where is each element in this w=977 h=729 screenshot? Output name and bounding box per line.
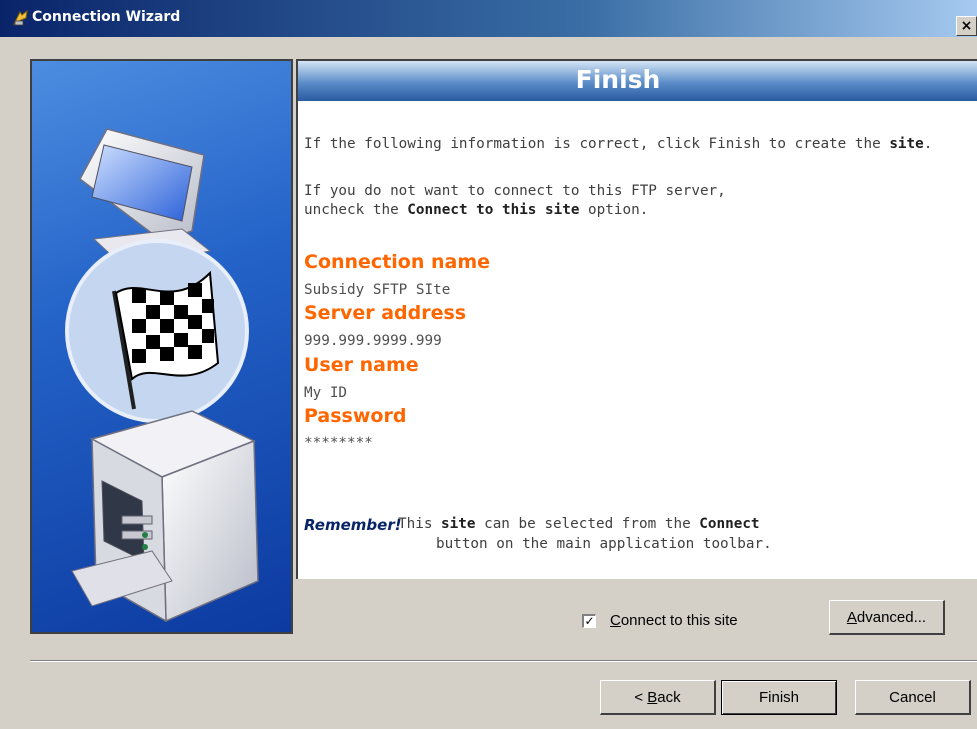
advanced-button[interactable]: Advanced... [829,600,945,635]
intro-text-line1: If the following information is correct,… [304,136,933,152]
password-label: Password [304,405,407,427]
finish-button[interactable]: Finish [721,680,837,715]
footer-separator [30,660,977,662]
cancel-button[interactable]: Cancel [855,680,971,715]
wizard-content-panel: Finish If the following information is c… [296,59,977,579]
page-title: Finish [575,65,661,94]
connect-to-site-checkbox[interactable]: ✓ [582,613,596,628]
back-button[interactable]: < Back [600,680,716,715]
user-name-value: My ID [304,385,348,401]
remember-text-line2: button on the main application toolbar. [436,536,772,552]
intro-text-line3: uncheck the Connect to this site option. [304,202,649,218]
connect-to-site-label[interactable]: Connect to this site [610,612,738,629]
server-address-label: Server address [304,302,467,324]
connection-name-label: Connection name [304,251,491,273]
password-value: ******** [304,435,373,451]
intro-text-line2: If you do not want to connect to this FT… [304,183,726,199]
page-header: Finish [298,61,977,101]
remember-text-line1: This site can be selected from the Conne… [398,516,760,532]
close-button[interactable]: × [956,16,977,36]
title-bar: Connection Wizard × [0,0,977,37]
remember-label: Remember! [304,516,402,534]
connect-to-site-option[interactable]: ✓ Connect to this site [582,612,738,629]
window-title: Connection Wizard [32,9,181,25]
connection-name-value: Subsidy SFTP SIte [304,282,451,298]
computers-finish-flag-illustration [65,128,259,623]
wizard-illustration-panel [30,59,293,634]
user-name-label: User name [304,354,419,376]
server-address-value: 999.999.9999.999 [304,333,442,349]
connection-wizard-icon [12,9,28,26]
close-icon: × [960,18,973,34]
